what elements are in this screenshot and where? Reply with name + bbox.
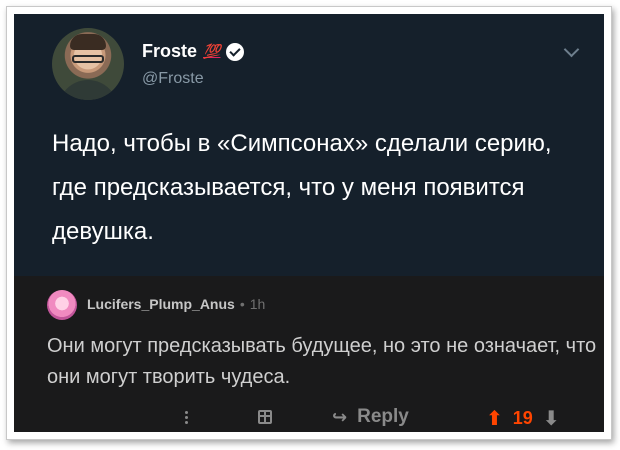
tweet-card: Froste 💯 @Froste Надо, чтобы в «Симпсона… [14, 14, 604, 276]
reply-button-label: Reply [357, 406, 409, 427]
more-options-icon[interactable] [184, 409, 188, 429]
award-icon[interactable] [258, 410, 272, 424]
reply-button[interactable]: ↩ Reply [332, 406, 409, 428]
reply-text: Они могут предсказывать будущее, но это … [47, 335, 597, 388]
screenshot-frame: Froste 💯 @Froste Надо, чтобы в «Симпсона… [6, 6, 612, 440]
hundred-points-icon: 💯 [203, 43, 221, 59]
tweet-avatar[interactable] [52, 28, 124, 100]
reply-avatar[interactable] [47, 290, 77, 320]
avatar-glasses [72, 55, 104, 63]
avatar-hair [70, 34, 106, 50]
reply-username[interactable]: Lucifers_Plump_Anus [87, 296, 235, 312]
reply-timestamp: 1h [249, 296, 266, 312]
vote-controls: ⬆ 19 ⬇ [486, 406, 560, 431]
upvote-icon[interactable]: ⬆ [486, 406, 503, 431]
tweet-handle[interactable]: @Froste [142, 70, 204, 88]
screenshot-content: Froste 💯 @Froste Надо, чтобы в «Симпсона… [14, 14, 604, 432]
downvote-icon[interactable]: ⬇ [543, 406, 560, 431]
meta-separator: • [239, 296, 245, 312]
chevron-down-icon[interactable] [563, 41, 580, 58]
tweet-text: Надо, чтобы в «Симпсонах» сделали серию,… [52, 130, 552, 245]
reply-arrow-icon: ↩ [332, 406, 348, 427]
reply-meta: Lucifers_Plump_Anus • 1h [87, 296, 265, 312]
avatar-shirt [58, 80, 118, 100]
reply-comment: Lucifers_Plump_Anus • 1h Они могут предс… [14, 276, 604, 432]
tweet-author-name: Froste [142, 41, 198, 61]
tweet-author[interactable]: Froste 💯 [142, 41, 245, 62]
comment-actions: ↩ Reply ⬆ 19 ⬇ [14, 406, 604, 432]
verified-badge-icon [226, 42, 245, 61]
vote-score: 19 [512, 408, 533, 428]
